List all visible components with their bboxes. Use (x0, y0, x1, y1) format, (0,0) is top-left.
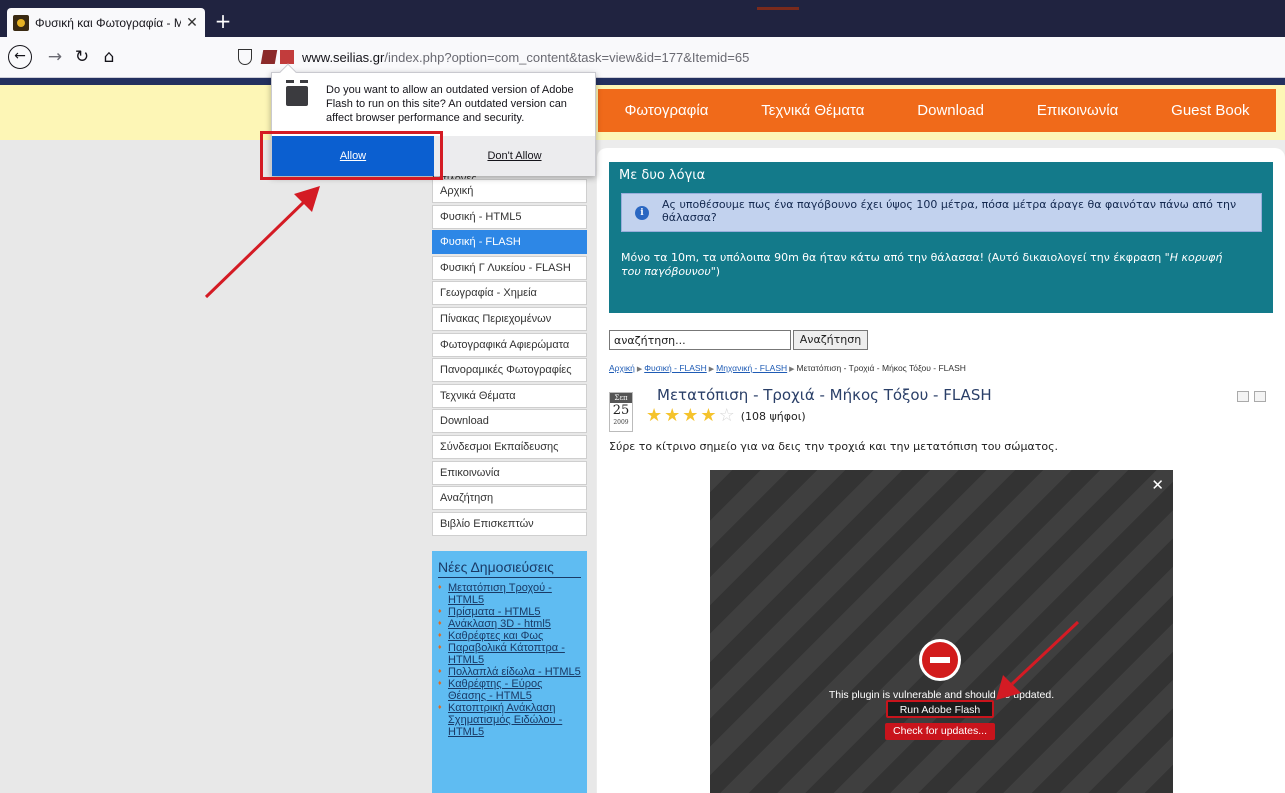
answer-prefix: Μόνο τα 10m, τα υπόλοιπα 90m θα ήταν κάτ… (621, 251, 1170, 264)
new-post-link[interactable]: Ανάκλαση 3D - html5 (438, 618, 581, 630)
print-icon[interactable] (1237, 391, 1249, 402)
answer-suffix: ") (710, 265, 721, 278)
sidebar-item-search[interactable]: Αναζήτηση (432, 486, 587, 511)
navigation-bar: ← → ↻ ⌂ www.seilias.gr/index.php?option=… (0, 37, 1285, 78)
email-icon[interactable] (1254, 391, 1266, 402)
date-month: Σεπ (610, 393, 632, 403)
menu-item-technical[interactable]: Τεχνικά Θέματα (761, 102, 864, 119)
tab-title: Φυσική και Φωτογραφία - Με (35, 15, 181, 30)
tab-strip: Φυσική και Φωτογραφία - Με ✕ + (0, 0, 1285, 37)
site-menu: Φωτογραφία Τεχνικά Θέματα Download Επικο… (598, 89, 1276, 132)
question-text: Ας υποθέσουμε πως ένα παγόβουνο έχει ύψο… (662, 198, 1237, 224)
close-icon[interactable]: ✕ (1151, 476, 1164, 494)
run-flash-button[interactable]: Run Adobe Flash (886, 700, 994, 718)
article-title: Μετατόπιση - Τροχιά - Μήκος Τόξου - FLAS… (657, 386, 992, 404)
star-icon[interactable]: ★ (664, 406, 680, 426)
flash-plugin-area[interactable]: ✕ This plugin is vulnerable and should b… (710, 470, 1173, 793)
breadcrumb-separator: ▶ (708, 366, 715, 373)
answer-text: Μόνο τα 10m, τα υπόλοιπα 90m θα ήταν κάτ… (621, 251, 1241, 279)
check-updates-button[interactable]: Check for updates... (885, 723, 995, 740)
breadcrumb-link[interactable]: Αρχική (609, 363, 635, 373)
sidebar-item-geography[interactable]: Γεωγραφία - Χημεία (432, 281, 587, 306)
article-description: Σύρε το κίτρινο σημείο για να δεις την τ… (609, 440, 1059, 453)
info-icon: i (635, 206, 649, 220)
date-badge: Σεπ 25 2009 (609, 392, 633, 432)
star-icon[interactable]: ★ (700, 406, 716, 426)
new-post-link[interactable]: Πρίσματα - HTML5 (438, 606, 581, 618)
blocked-plugin-icon (919, 639, 961, 681)
menu-item-photography[interactable]: Φωτογραφία (624, 102, 708, 119)
screenshot-root: Φυσική και Φωτογραφία - Με ✕ + ← → ↻ ⌂ w… (0, 0, 1285, 793)
url-text[interactable]: www.seilias.gr/index.php?option=com_cont… (302, 50, 749, 65)
reload-button[interactable]: ↻ (70, 45, 94, 69)
menu-item-contact[interactable]: Επικοινωνία (1037, 102, 1118, 119)
star-empty-icon[interactable]: ☆ (719, 406, 735, 426)
url-host: www.seilias.gr (302, 49, 385, 65)
new-post-link[interactable]: Καθρέφτης - Εύρος Θέασης - HTML5 (438, 678, 581, 702)
plugin-icon (286, 80, 308, 106)
article-tools (1237, 391, 1266, 402)
vote-count: (108 ψήφοι) (740, 409, 806, 423)
new-post-link[interactable]: Καθρέφτες και Φως (438, 630, 581, 642)
tab-close-icon[interactable]: ✕ (185, 15, 199, 31)
site-top-band (0, 78, 1285, 85)
plugin-blocked-icon[interactable] (260, 50, 278, 64)
sidebar-item-physics-lyceum[interactable]: Φυσική Γ Λυκείου - FLASH (432, 255, 587, 280)
url-path: /index.php?option=com_content&task=view&… (384, 49, 750, 65)
new-post-link[interactable]: Πολλαπλά είδωλα - HTML5 (438, 666, 581, 678)
browser-tab[interactable]: Φυσική και Φωτογραφία - Με ✕ (7, 8, 205, 37)
forward-button[interactable]: → (43, 45, 67, 69)
sidebar-item-physics-html5[interactable]: Φυσική - HTML5 (432, 204, 587, 229)
sidebar-item-technical[interactable]: Τεχνικά Θέματα (432, 383, 587, 408)
allow-highlight-box (260, 131, 443, 180)
quote-box-title: Με δυο λόγια (619, 168, 706, 183)
question-box: i Ας υποθέσουμε πως ένα παγόβουνο έχει ύ… (621, 193, 1262, 232)
sidebar-item-home[interactable]: Αρχική (432, 179, 587, 203)
breadcrumb-link[interactable]: Φυσική - FLASH (644, 363, 707, 373)
tabstrip-accent (757, 7, 799, 10)
new-posts-panel: Νέες Δημοσιεύσεις Μετατόπιση Τροχού - HT… (432, 551, 587, 793)
new-post-link[interactable]: Παραβολικά Κάτοπτρα - HTML5 (438, 642, 581, 666)
rating: ★ ★ ★ ★ ☆ (108 ψήφοι) (646, 406, 806, 426)
sidebar-menu: Επιλογές Αρχική Φυσική - HTML5 Φυσική - … (432, 173, 587, 537)
sidebar-item-education-links[interactable]: Σύνδεσμοι Εκπαίδευσης (432, 434, 587, 459)
breadcrumb: Αρχική ▶ Φυσική - FLASH ▶ Μηχανική - FLASH ▶ Μ… (609, 363, 966, 373)
search-button[interactable]: Αναζήτηση (793, 330, 868, 350)
star-icon[interactable]: ★ (682, 406, 698, 426)
shield-icon[interactable] (238, 49, 252, 65)
star-icon[interactable]: ★ (646, 406, 662, 426)
date-day: 25 (612, 403, 630, 418)
new-posts-title: Νέες Δημοσιεύσεις (438, 559, 581, 578)
sidebar-item-panoramas[interactable]: Πανοραμικές Φωτογραφίες (432, 358, 587, 383)
date-year: 2009 (613, 419, 629, 426)
popup-message: Do you want to allow an outdated version… (326, 84, 574, 124)
sidebar-item-download[interactable]: Download (432, 409, 587, 434)
plugin-icon[interactable] (280, 50, 294, 64)
breadcrumb-link[interactable]: Μηχανική - FLASH (716, 363, 787, 373)
breadcrumb-separator: ▶ (636, 366, 643, 373)
site-favicon-icon (13, 14, 29, 31)
back-button[interactable]: ← (8, 45, 32, 69)
url-bar[interactable]: www.seilias.gr/index.php?option=com_cont… (230, 44, 1280, 70)
menu-item-guestbook[interactable]: Guest Book (1171, 102, 1249, 119)
menu-item-download[interactable]: Download (917, 102, 984, 119)
new-tab-button[interactable]: + (213, 11, 233, 31)
sidebar-item-contents[interactable]: Πίνακας Περιεχομένων (432, 306, 587, 331)
quote-box: Με δυο λόγια i Ας υποθέσουμε πως ένα παγ… (609, 162, 1273, 313)
new-post-link[interactable]: Μετατόπιση Τροχού - HTML5 (438, 582, 581, 606)
dont-allow-button[interactable]: Don't Allow (434, 136, 595, 176)
sidebar-item-physics-flash[interactable]: Φυσική - FLASH (432, 230, 587, 255)
sidebar-item-guestbook[interactable]: Βιβλίο Επισκεπτών (432, 511, 587, 536)
new-post-link[interactable]: Κατοπτρική Ανάκλαση Σχηματισμός Ειδώλου … (438, 702, 581, 738)
sidebar-item-photo-tributes[interactable]: Φωτογραφικά Αφιερώματα (432, 332, 587, 357)
breadcrumb-current: Μετατόπιση - Τροχιά - Μήκος Τόξου - FLAS… (796, 363, 966, 373)
home-button[interactable]: ⌂ (97, 45, 121, 69)
sidebar-item-contact[interactable]: Επικοινωνία (432, 460, 587, 485)
breadcrumb-separator: ▶ (789, 366, 795, 373)
search-input[interactable] (609, 330, 791, 350)
